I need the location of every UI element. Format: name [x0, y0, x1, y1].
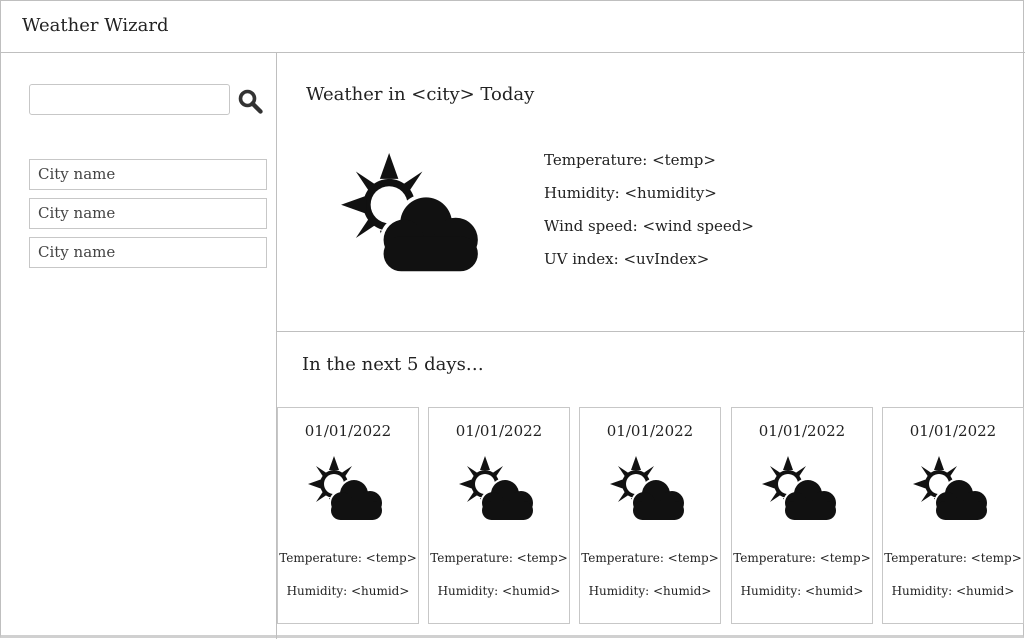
current-weather-panel: Weather in <city> Today Temperature: <te…	[277, 53, 1025, 332]
forecast-date: 01/01/2022	[455, 422, 543, 440]
forecast-temperature: Temperature: <temp>	[884, 551, 1022, 565]
forecast-date: 01/01/2022	[606, 422, 694, 440]
main-content: Weather in <city> Today Temperature: <te…	[277, 53, 1025, 639]
current-weather-stats: Temperature: <temp> Humidity: <humidity>…	[544, 150, 754, 282]
forecast-date: 01/01/2022	[758, 422, 846, 440]
humidity-text: Humidity: <humidity>	[544, 184, 717, 202]
partly-cloudy-icon	[308, 456, 388, 522]
forecast-humidity: Humidity: <humid>	[891, 584, 1015, 598]
partly-cloudy-icon	[610, 456, 690, 522]
wind-speed-text: Wind speed: <wind speed>	[544, 217, 754, 235]
forecast-card: 01/01/2022 Temperature: <temp> Humidity:…	[731, 407, 873, 624]
partly-cloudy-icon	[762, 456, 842, 522]
forecast-card: 01/01/2022 Temperature: <temp> Humidity:…	[428, 407, 570, 624]
forecast-temperature: Temperature: <temp>	[733, 551, 871, 565]
forecast-humidity: Humidity: <humid>	[740, 584, 864, 598]
forecast-card: 01/01/2022 Temperature: <temp> Humidity:…	[277, 407, 419, 624]
search-icon[interactable]	[237, 88, 263, 114]
forecast-date: 01/01/2022	[909, 422, 997, 440]
partly-cloudy-icon	[913, 456, 993, 522]
uv-index-text: UV index: <uvIndex>	[544, 250, 710, 268]
temperature-text: Temperature: <temp>	[544, 151, 716, 169]
forecast-card: 01/01/2022 Temperature: <temp> Humidity:…	[882, 407, 1024, 624]
history-city-button[interactable]: City name	[29, 237, 267, 268]
partly-cloudy-icon	[339, 153, 491, 275]
city-search-input[interactable]	[29, 84, 230, 115]
forecast-humidity: Humidity: <humid>	[588, 584, 712, 598]
current-weather-title: Weather in <city> Today	[306, 84, 535, 105]
forecast-humidity: Humidity: <humid>	[286, 584, 410, 598]
forecast-temperature: Temperature: <temp>	[279, 551, 417, 565]
app-header: Weather Wizard	[1, 1, 1025, 53]
app-title: Weather Wizard	[22, 15, 169, 36]
forecast-title: In the next 5 days…	[302, 354, 484, 375]
sidebar: City name City name City name	[1, 53, 277, 639]
forecast-temperature: Temperature: <temp>	[430, 551, 568, 565]
forecast-card: 01/01/2022 Temperature: <temp> Humidity:…	[579, 407, 721, 624]
forecast-temperature: Temperature: <temp>	[581, 551, 719, 565]
history-city-button[interactable]: City name	[29, 198, 267, 229]
forecast-date: 01/01/2022	[304, 422, 392, 440]
partly-cloudy-icon	[459, 456, 539, 522]
forecast-humidity: Humidity: <humid>	[437, 584, 561, 598]
app-window: Weather Wizard City name City name City …	[0, 0, 1025, 639]
history-city-button[interactable]: City name	[29, 159, 267, 190]
